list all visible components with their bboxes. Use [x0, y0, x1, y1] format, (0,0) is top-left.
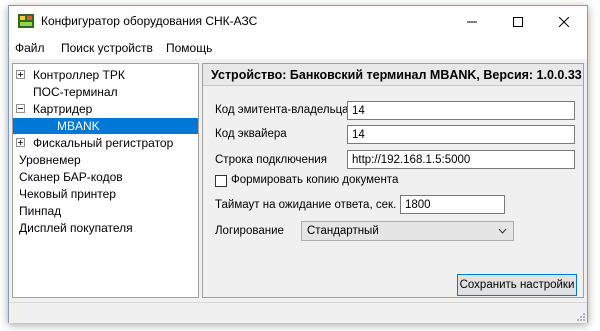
logging-select[interactable]: Стандартный — [301, 221, 514, 241]
tree-item-label: Фискальный регистратор — [33, 136, 174, 150]
app-icon — [18, 14, 34, 28]
tree-item-cardreader[interactable]: Картридер — [13, 101, 198, 117]
maximize-button[interactable] — [495, 6, 541, 37]
tree-item-label: ПОС-терминал — [33, 85, 118, 99]
save-settings-button[interactable]: Сохранить настройки — [457, 274, 577, 296]
status-bar — [9, 302, 587, 323]
tree-item-label: Сканер БАР-кодов — [19, 170, 123, 184]
issuer-code-input[interactable] — [347, 101, 575, 120]
maximize-icon — [513, 16, 523, 27]
connection-string-input[interactable] — [347, 150, 575, 169]
collapse-minus-icon[interactable] — [16, 104, 25, 113]
tree-item-pos-terminal[interactable]: ПОС-терминал — [13, 84, 198, 100]
tree-item-label: Дисплей покупателя — [19, 221, 133, 235]
tree-item-label: MBANK — [55, 118, 102, 134]
copy-document-checkbox[interactable] — [215, 175, 227, 187]
tree-item-customer-display[interactable]: Дисплей покупателя — [13, 220, 198, 236]
tree-item-label: Пинпад — [19, 204, 62, 218]
title-bar[interactable]: Конфигуратор оборудования СНК-АЗС — [9, 6, 587, 37]
tree-item-barcode-scanner[interactable]: Сканер БАР-кодов — [13, 169, 198, 185]
copy-document-label[interactable]: Формировать копию документа — [231, 174, 398, 186]
device-tree[interactable]: Контроллер ТРК ПОС-терминал Картридер MB… — [12, 63, 199, 298]
minimize-icon — [467, 21, 477, 22]
tree-item-label: Картридер — [33, 102, 93, 116]
issuer-code-label: Код эмитента-владельца — [215, 104, 349, 116]
tree-item-mbank[interactable]: MBANK — [13, 118, 198, 134]
tree-item-label: Контроллер ТРК — [33, 68, 125, 82]
tree-item-label: Чековый принтер — [19, 187, 116, 201]
menu-file[interactable]: Файл — [15, 41, 45, 55]
resize-grip-icon[interactable] — [575, 311, 585, 321]
device-header: Устройство: Банковский терминал MBANK, В… — [203, 64, 583, 86]
connection-string-label: Строка подключения — [215, 154, 327, 166]
acquirer-code-input[interactable] — [347, 125, 575, 144]
menu-device-search[interactable]: Поиск устройств — [61, 41, 153, 55]
tree-item-label: Уровнемер — [19, 153, 81, 167]
close-icon — [559, 16, 569, 27]
tree-item-level-gauge[interactable]: Уровнемер — [13, 152, 198, 168]
timeout-label: Таймаут на ожидание ответа, сек. — [215, 199, 397, 211]
logging-selected-value: Стандартный — [307, 225, 379, 237]
minimize-button[interactable] — [449, 6, 495, 37]
tree-item-fiscal-registrar[interactable]: Фискальный регистратор — [13, 135, 198, 151]
app-window: Конфигуратор оборудования СНК-АЗС Файл П… — [8, 5, 588, 323]
expand-plus-icon[interactable] — [16, 70, 25, 79]
logging-label: Логирование — [215, 225, 284, 237]
expand-plus-icon[interactable] — [16, 138, 25, 147]
menu-help[interactable]: Помощь — [166, 41, 212, 55]
tree-item-receipt-printer[interactable]: Чековый принтер — [13, 186, 198, 202]
tree-item-pinpad[interactable]: Пинпад — [13, 203, 198, 219]
close-button[interactable] — [541, 6, 587, 37]
timeout-input[interactable] — [400, 195, 505, 214]
menu-bar: Файл Поиск устройств Помощь — [9, 37, 587, 60]
window-title: Конфигуратор оборудования СНК-АЗС — [41, 14, 258, 28]
device-settings-panel: Устройство: Банковский терминал MBANK, В… — [202, 63, 584, 298]
acquirer-code-label: Код эквайера — [215, 128, 287, 140]
tree-item-trk-controller[interactable]: Контроллер ТРК — [13, 67, 198, 83]
chevron-down-icon — [498, 222, 507, 246]
